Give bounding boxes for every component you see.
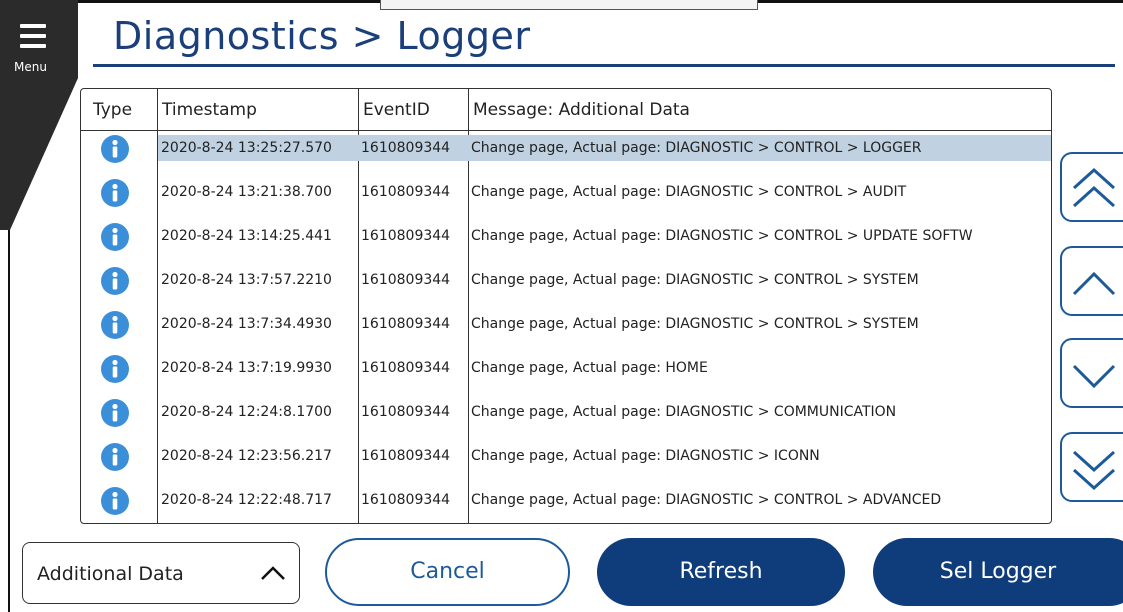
cell-eventid: 1610809344 bbox=[361, 228, 451, 244]
cell-timestamp: 2020-8-24 13:21:38.700 bbox=[161, 184, 332, 200]
table-row[interactable]: 2020-8-24 12:22:48.717 1610809344 Change p… bbox=[81, 483, 1051, 523]
info-icon bbox=[101, 311, 129, 339]
cell-eventid: 1610809344 bbox=[361, 404, 451, 420]
cell-timestamp: 2020-8-24 12:24:8.1700 bbox=[161, 404, 332, 420]
data-select[interactable]: Additional Data bbox=[22, 542, 300, 604]
column-header-message[interactable]: Message: Additional Data bbox=[469, 89, 690, 130]
cell-timestamp: 2020-8-24 13:14:25.441 bbox=[161, 228, 332, 244]
cell-message: Change page, Actual page: DIAGNOSTIC > C… bbox=[471, 316, 919, 332]
scroll-up-button[interactable] bbox=[1060, 246, 1123, 316]
table-row[interactable]: 2020-8-24 13:21:38.700 1610809344 Change p… bbox=[81, 175, 1051, 219]
chevron-up-icon bbox=[261, 566, 285, 580]
info-icon bbox=[101, 267, 129, 295]
info-icon bbox=[101, 443, 129, 471]
cell-eventid: 1610809344 bbox=[361, 140, 451, 156]
hamburger-icon-bar bbox=[20, 44, 46, 48]
hamburger-icon-bar bbox=[20, 34, 46, 38]
scroll-top-button[interactable] bbox=[1060, 152, 1123, 222]
scroll-down-button[interactable] bbox=[1060, 338, 1123, 408]
table-header: Type Timestamp EventID Message: Addition… bbox=[81, 89, 1051, 131]
top-bar-right bbox=[758, 0, 1123, 3]
chevron-up-icon bbox=[1072, 271, 1116, 296]
cell-timestamp: 2020-8-24 12:23:56.217 bbox=[161, 448, 332, 464]
cell-timestamp: 2020-8-24 13:7:57.2210 bbox=[161, 272, 332, 288]
table-row[interactable]: 2020-8-24 13:7:19.9930 1610809344 Change p… bbox=[81, 351, 1051, 395]
cell-message: Change page, Actual page: DIAGNOSTIC > C… bbox=[471, 272, 919, 288]
chevron-down-icon bbox=[1072, 364, 1116, 389]
cell-eventid: 1610809344 bbox=[361, 316, 451, 332]
data-select-value: Additional Data bbox=[37, 563, 184, 585]
column-header-type[interactable]: Type bbox=[89, 89, 132, 130]
hamburger-icon bbox=[20, 24, 46, 28]
cell-message: Change page, Actual page: HOME bbox=[471, 360, 708, 376]
cell-message: Change page, Actual page: DIAGNOSTIC > C… bbox=[471, 228, 973, 244]
top-tab bbox=[380, 0, 758, 10]
double-chevron-down-icon bbox=[1072, 450, 1116, 491]
menu-corner: Menu bbox=[0, 0, 80, 240]
cell-eventid: 1610809344 bbox=[361, 492, 451, 508]
table-row[interactable]: 2020-8-24 13:25:27.570 1610809344 Change p… bbox=[81, 131, 1051, 175]
info-icon bbox=[101, 223, 129, 251]
column-header-eventid[interactable]: EventID bbox=[359, 89, 430, 130]
cell-message: Change page, Actual page: DIAGNOSTIC > C… bbox=[471, 492, 942, 508]
table-row[interactable]: 2020-8-24 12:24:8.1700 1610809344 Change p… bbox=[81, 395, 1051, 439]
info-icon bbox=[101, 487, 129, 515]
table-row[interactable]: 2020-8-24 12:23:56.217 1610809344 Change p… bbox=[81, 439, 1051, 483]
cell-eventid: 1610809344 bbox=[361, 448, 451, 464]
info-icon bbox=[101, 355, 129, 383]
menu-button[interactable]: Menu bbox=[14, 22, 62, 78]
scroll-bottom-button[interactable] bbox=[1060, 432, 1123, 502]
column-header-timestamp[interactable]: Timestamp bbox=[158, 89, 257, 130]
table-row[interactable]: 2020-8-24 13:7:34.4930 1610809344 Change p… bbox=[81, 307, 1051, 351]
cell-eventid: 1610809344 bbox=[361, 184, 451, 200]
cell-timestamp: 2020-8-24 13:7:19.9930 bbox=[161, 360, 332, 376]
left-border bbox=[8, 230, 10, 612]
cell-message: Change page, Actual page: DIAGNOSTIC > C… bbox=[471, 184, 907, 200]
cell-timestamp: 2020-8-24 13:25:27.570 bbox=[161, 140, 332, 156]
refresh-button[interactable]: Refresh bbox=[597, 538, 845, 606]
info-icon bbox=[101, 399, 129, 427]
menu-label: Menu bbox=[14, 60, 47, 74]
cell-timestamp: 2020-8-24 13:7:34.4930 bbox=[161, 316, 332, 332]
cell-message: Change page, Actual page: DIAGNOSTIC > C… bbox=[471, 404, 897, 420]
cell-message: Change page, Actual page: DIAGNOSTIC > I… bbox=[471, 448, 820, 464]
table-row[interactable]: 2020-8-24 13:7:57.2210 1610809344 Change p… bbox=[81, 263, 1051, 307]
sel-logger-button[interactable]: Sel Logger bbox=[873, 538, 1123, 606]
cell-eventid: 1610809344 bbox=[361, 360, 451, 376]
info-icon bbox=[101, 135, 129, 163]
double-chevron-up-icon bbox=[1072, 167, 1116, 208]
cancel-button[interactable]: Cancel bbox=[325, 538, 570, 606]
table-body: 2020-8-24 13:25:27.570 1610809344 Change p… bbox=[81, 131, 1051, 523]
table-row[interactable]: 2020-8-24 13:14:25.441 1610809344 Change p… bbox=[81, 219, 1051, 263]
cell-eventid: 1610809344 bbox=[361, 272, 451, 288]
cell-message: Change page, Actual page: DIAGNOSTIC > C… bbox=[471, 140, 922, 156]
page-title: Diagnostics > Logger bbox=[113, 14, 531, 58]
cell-timestamp: 2020-8-24 12:22:48.717 bbox=[161, 492, 332, 508]
logger-table: Type Timestamp EventID Message: Addition… bbox=[80, 88, 1052, 524]
title-underline bbox=[93, 64, 1115, 67]
info-icon bbox=[101, 179, 129, 207]
